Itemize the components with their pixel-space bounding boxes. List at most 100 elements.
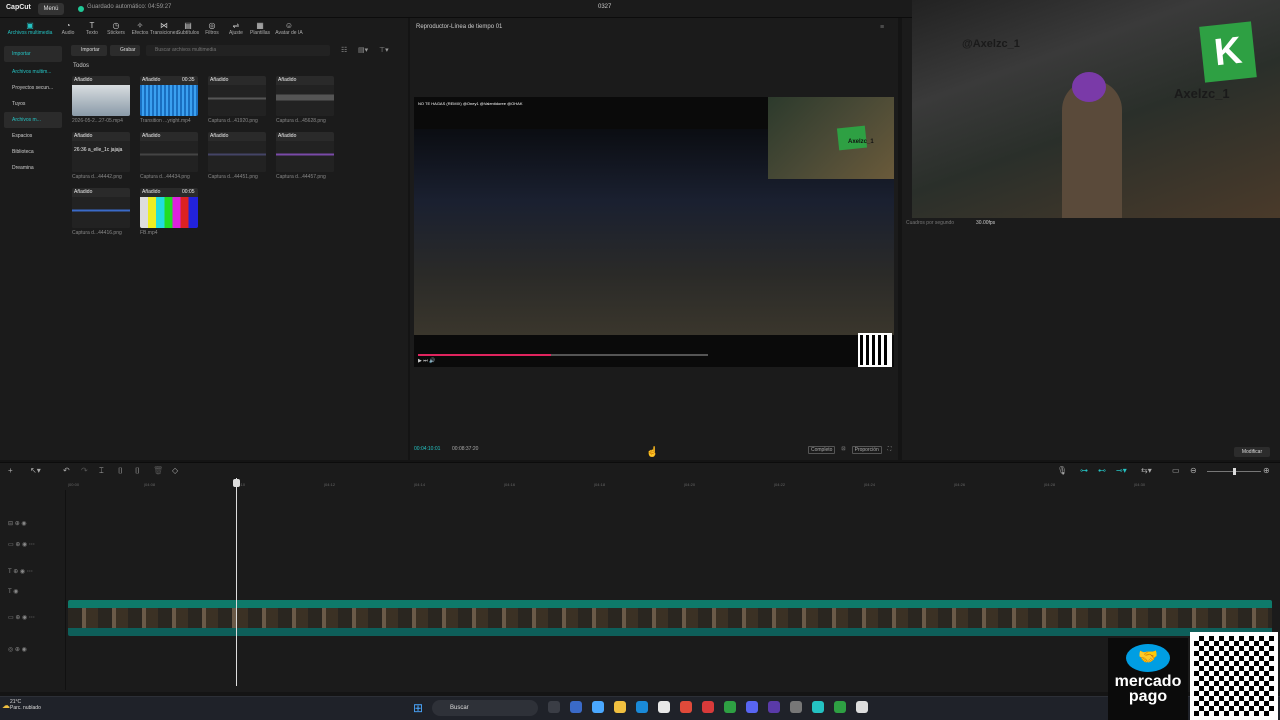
sidebar-item-import[interactable]: Importar	[4, 46, 62, 62]
tab-templates[interactable]: ▦ Plantillas	[248, 18, 272, 38]
xbox-icon[interactable]	[724, 701, 736, 713]
media-item[interactable]: Añadido 00:35	[140, 76, 198, 116]
record-button[interactable]: Grabar	[110, 45, 140, 56]
quality-button[interactable]: Completo	[808, 446, 836, 454]
media-item[interactable]: Añadido	[208, 76, 266, 116]
media-item[interactable]: Añadido	[72, 76, 130, 116]
menu-button[interactable]: Menú	[38, 3, 64, 15]
tab-audio[interactable]: ◔ Audio	[56, 18, 80, 38]
track-controls-icon[interactable]: ▭ ⊕ ◉ ⋯	[8, 614, 35, 621]
snap-icon[interactable]: ⇆▾	[1141, 466, 1152, 475]
redo-icon[interactable]: ↷	[81, 466, 88, 475]
video-progress[interactable]	[418, 354, 708, 356]
sidebar-item-library[interactable]: Biblioteca	[4, 144, 62, 160]
edge-icon[interactable]	[636, 701, 648, 713]
sort-icon[interactable]: ☷	[341, 46, 347, 54]
track-controls-icon[interactable]: T ◉	[8, 588, 18, 595]
media-item[interactable]: Añadido	[72, 188, 130, 228]
weather-widget[interactable]: 21°C Parc. nublado	[10, 699, 41, 711]
sidebar-item-files[interactable]: Archivos m...	[4, 112, 62, 128]
video-clip[interactable]	[68, 600, 1272, 636]
undo-icon[interactable]: ↶	[63, 466, 70, 475]
tab-media[interactable]: ▣ Archivos multimedia	[4, 18, 56, 38]
split-icon[interactable]: ⌶	[99, 466, 104, 476]
sidebar-item-dreamina[interactable]: Dreamina	[4, 160, 62, 176]
k-logo-icon	[836, 125, 868, 151]
zoom-out-icon[interactable]: ⊖	[1190, 466, 1197, 475]
tab-effects[interactable]: ✧ Efectos	[128, 18, 152, 38]
task-view-icon[interactable]	[548, 701, 560, 713]
add-icon[interactable]: +	[8, 466, 13, 475]
tab-text[interactable]: T Texto	[80, 18, 104, 38]
media-item[interactable]: Añadido	[276, 76, 334, 116]
tab-transitions[interactable]: ⋈ Transiciones	[150, 18, 178, 38]
zoom-in-icon[interactable]: ⊕	[1263, 466, 1270, 475]
tab-stickers[interactable]: ◷ Stickers	[104, 18, 128, 38]
brave-icon[interactable]	[702, 701, 714, 713]
player-menu-icon[interactable]: ≡	[880, 24, 884, 31]
tab-ai-avatar[interactable]: ☺ Avatar de IA	[272, 18, 306, 38]
ratio-button[interactable]: Proporción	[851, 446, 882, 454]
filter-dropdown-icon[interactable]: ⊤▾	[379, 46, 389, 54]
preview-axis-icon[interactable]: ⊸▾	[1116, 466, 1127, 475]
handshake-icon: 🤝	[1126, 644, 1170, 672]
delete-icon[interactable]: 🗑	[153, 466, 163, 475]
select-tool-icon[interactable]: ↖▾	[30, 466, 41, 475]
track-controls-icon[interactable]: T ⊕ ◉ ⋯	[8, 568, 33, 575]
sidebar-item-media[interactable]: Archivos multim...	[4, 64, 62, 80]
zoom-slider-handle[interactable]	[1233, 468, 1236, 475]
tab-filters[interactable]: ◎ Filtros	[200, 18, 224, 38]
track-controls-icon[interactable]: ⊟ ⊕ ◉	[8, 520, 27, 527]
track-controls-icon[interactable]: ◎ ⊕ ◉	[8, 646, 27, 653]
import-button[interactable]: Importar	[71, 45, 107, 56]
video-preview[interactable]: NO TE HAGAS (REMIX) @Oney1 @Valentidoree…	[414, 97, 894, 367]
total-time: 00:08:37:20	[452, 446, 479, 452]
chrome-red-icon[interactable]	[680, 701, 692, 713]
duration-badge: 00:05	[182, 189, 195, 195]
marker-icon[interactable]: ◇	[172, 466, 178, 475]
track-controls-icon[interactable]: ▭ ⊕ ◉ ⋯	[8, 541, 35, 548]
copilot-icon[interactable]	[592, 701, 604, 713]
tab-adjust[interactable]: ⇌ Ajuste	[224, 18, 248, 38]
playhead[interactable]	[236, 478, 237, 686]
file-explorer-icon[interactable]	[614, 701, 626, 713]
captions-toggle-icon[interactable]: ▭	[1172, 466, 1180, 475]
media-item[interactable]: Añadido 00:05	[140, 188, 198, 228]
mercado-pago-text: mercado pago	[1108, 674, 1188, 705]
sidebar-item-spaces[interactable]: Espacios	[4, 128, 62, 144]
windows-start-icon[interactable]: ⊞	[413, 701, 423, 715]
discord-icon[interactable]	[746, 701, 758, 713]
video-controls-icon[interactable]: ▶ ⏭ 🔊	[418, 358, 435, 364]
store-icon[interactable]	[658, 701, 670, 713]
media-item[interactable]: Añadido	[140, 132, 198, 172]
sidebar-item-yours[interactable]: Tuyos	[4, 96, 62, 112]
ruler-tick: |04:12	[324, 482, 336, 487]
modify-button[interactable]: Modificar	[1234, 447, 1270, 457]
thumbnail-image	[140, 197, 198, 228]
excel-icon[interactable]	[834, 701, 846, 713]
media-item-name: Transition ...yright.mp4	[140, 118, 191, 124]
mic-icon[interactable]: 🎙	[1057, 466, 1067, 475]
obs-icon[interactable]	[768, 701, 780, 713]
weather-icon[interactable]: ☁	[2, 701, 10, 710]
settings-icon[interactable]	[790, 701, 802, 713]
magnet-icon[interactable]: ⊷	[1098, 466, 1106, 475]
view-grid-icon[interactable]: ▤▾	[358, 46, 368, 54]
capcut-active-icon[interactable]	[856, 701, 868, 713]
media-search-input[interactable]	[146, 45, 330, 56]
tab-captions[interactable]: ▤ Subtítulos	[176, 18, 200, 38]
split-right-icon[interactable]: ⌷	[135, 466, 140, 476]
fit-icon[interactable]: ⊡	[841, 446, 845, 454]
sidebar-item-projects[interactable]: Proyectos secun...	[4, 80, 62, 96]
capcut-icon[interactable]	[812, 701, 824, 713]
media-item[interactable]: Añadido 26:36 a_elle_1c jajaja	[72, 132, 130, 172]
media-item[interactable]: Añadido	[208, 132, 266, 172]
timeline-ruler[interactable]: |00:00 |04:08 |04:10 |04:12 |04:14 |04:1…	[68, 482, 1280, 490]
link-icon[interactable]: ⊶	[1080, 466, 1088, 475]
playhead-handle[interactable]	[233, 479, 240, 487]
media-item[interactable]: Añadido	[276, 132, 334, 172]
chrome-icon[interactable]	[570, 701, 582, 713]
taskbar-search[interactable]: Buscar	[432, 700, 538, 716]
split-left-icon[interactable]: ⌷	[118, 466, 123, 476]
fullscreen-icon[interactable]: ⛶	[888, 446, 892, 454]
